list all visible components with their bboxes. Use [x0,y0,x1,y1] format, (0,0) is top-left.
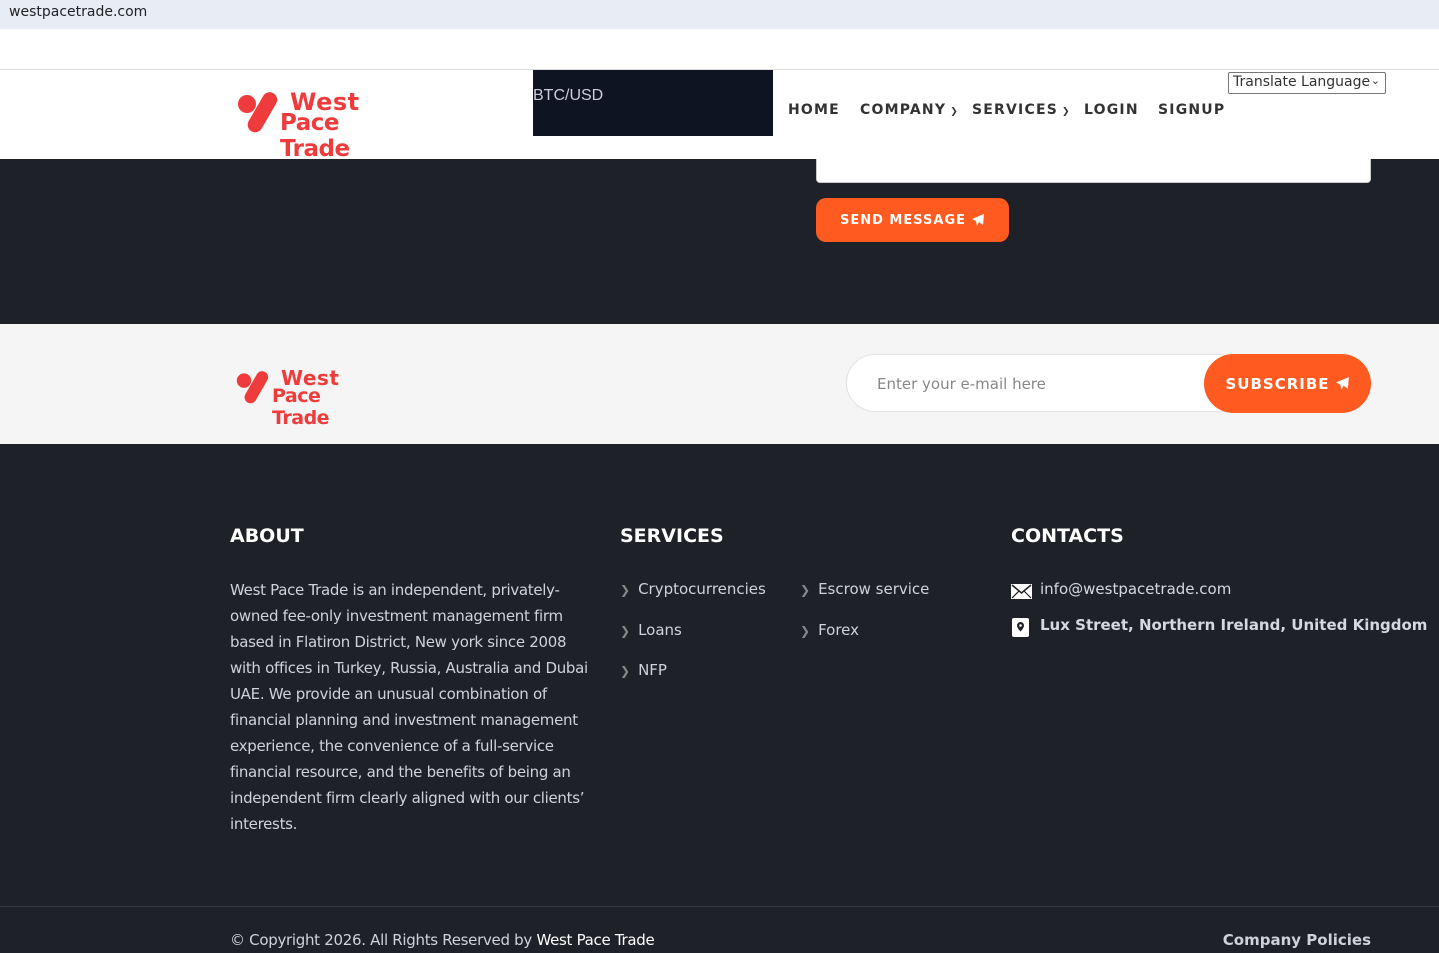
services-title: SERVICES [620,525,724,547]
chevron-down-icon: ❯ [1062,107,1070,117]
chevron-down-icon: ⌄ [1370,74,1380,87]
send-message-button[interactable]: SEND MESSAGE [816,198,1009,242]
paper-plane-icon [1335,377,1349,390]
subscribe-button[interactable]: SUBSCRIBE [1204,354,1371,413]
message-textarea[interactable] [816,159,1371,183]
nav-services-label: SERVICES [972,102,1058,118]
paper-plane-icon [972,214,984,226]
translate-select-value: Translate Language [1233,74,1371,90]
email-placeholder: Enter your e-mail here [877,375,1046,393]
newsletter-email-input[interactable]: Enter your e-mail here [846,354,1246,412]
service-label: NFP [638,661,667,679]
logo-text-pace-trade: Pace Trade [272,385,330,429]
nav-signup-label: SIGNUP [1158,102,1226,118]
nav-company-label: COMPANY [860,102,947,118]
nav-services[interactable]: SERVICES ❯ [972,102,1070,118]
translate-language-select[interactable]: Translate Language ⌄ [1228,72,1386,94]
service-link-forex[interactable]: ❯ Forex [800,621,859,639]
browser-address-bar[interactable]: westpacetrade.com [0,0,1439,29]
ticker-label: BTC/USD [533,87,604,104]
chevron-right-icon: ❯ [800,583,811,597]
envelope-icon [1011,584,1032,599]
btc-ticker-widget[interactable]: BTC/USD [533,70,773,136]
nav-company[interactable]: COMPANY ❯ [860,102,958,118]
service-label: Loans [638,621,682,639]
service-label: Cryptocurrencies [638,580,766,598]
subscribe-label: SUBSCRIBE [1225,374,1330,393]
about-text: West Pace Trade is an independent, priva… [230,581,599,833]
copyright-text: © Copyright 2026. All Rights Reserved by… [230,931,655,949]
service-link-loans[interactable]: ❯ Loans [620,621,682,639]
nav-signup[interactable]: SIGNUP [1158,102,1225,118]
url-text: westpacetrade.com [9,4,148,20]
top-strip [0,29,1439,70]
about-title: ABOUT [230,525,304,547]
chevron-right-icon: ❯ [620,583,631,597]
service-link-nfp[interactable]: ❯ NFP [620,661,667,679]
chevron-down-icon: ❯ [950,107,958,117]
contact-section [0,159,1439,324]
chevron-right-icon: ❯ [620,624,631,638]
company-policies-link[interactable]: Company Policies [1223,931,1371,949]
service-link-escrow[interactable]: ❯ Escrow service [800,580,929,598]
contact-address: Lux Street, Northern Ireland, United Kin… [1040,616,1428,634]
copyright-brand-link[interactable]: West Pace Trade [536,931,654,949]
map-marker-icon [1012,618,1029,637]
nav-login-label: LOGIN [1084,102,1139,118]
send-message-label: SEND MESSAGE [839,212,966,228]
contacts-title: CONTACTS [1011,525,1124,547]
nav-home[interactable]: HOME [788,102,840,118]
footer-logo[interactable]: West Pace Trade [236,366,376,429]
service-label: Escrow service [818,580,930,598]
chevron-right-icon: ❯ [620,664,631,678]
copyright-prefix: © Copyright 2026. All Rights Reserved by [230,931,532,949]
nav-home-label: HOME [788,102,840,118]
nav-login[interactable]: LOGIN [1084,102,1139,118]
logo-mark-icon [236,371,269,404]
footer-divider [0,906,1439,907]
header-logo[interactable]: West Pace Trade [237,88,402,162]
service-link-cryptocurrencies[interactable]: ❯ Cryptocurrencies [620,580,766,598]
contact-email-link[interactable]: info@westpacetrade.com [1040,580,1231,598]
footer [0,445,1439,953]
service-label: Forex [818,621,860,639]
chevron-right-icon: ❯ [800,624,811,638]
logo-text-pace-trade: Pace Trade [280,110,350,162]
